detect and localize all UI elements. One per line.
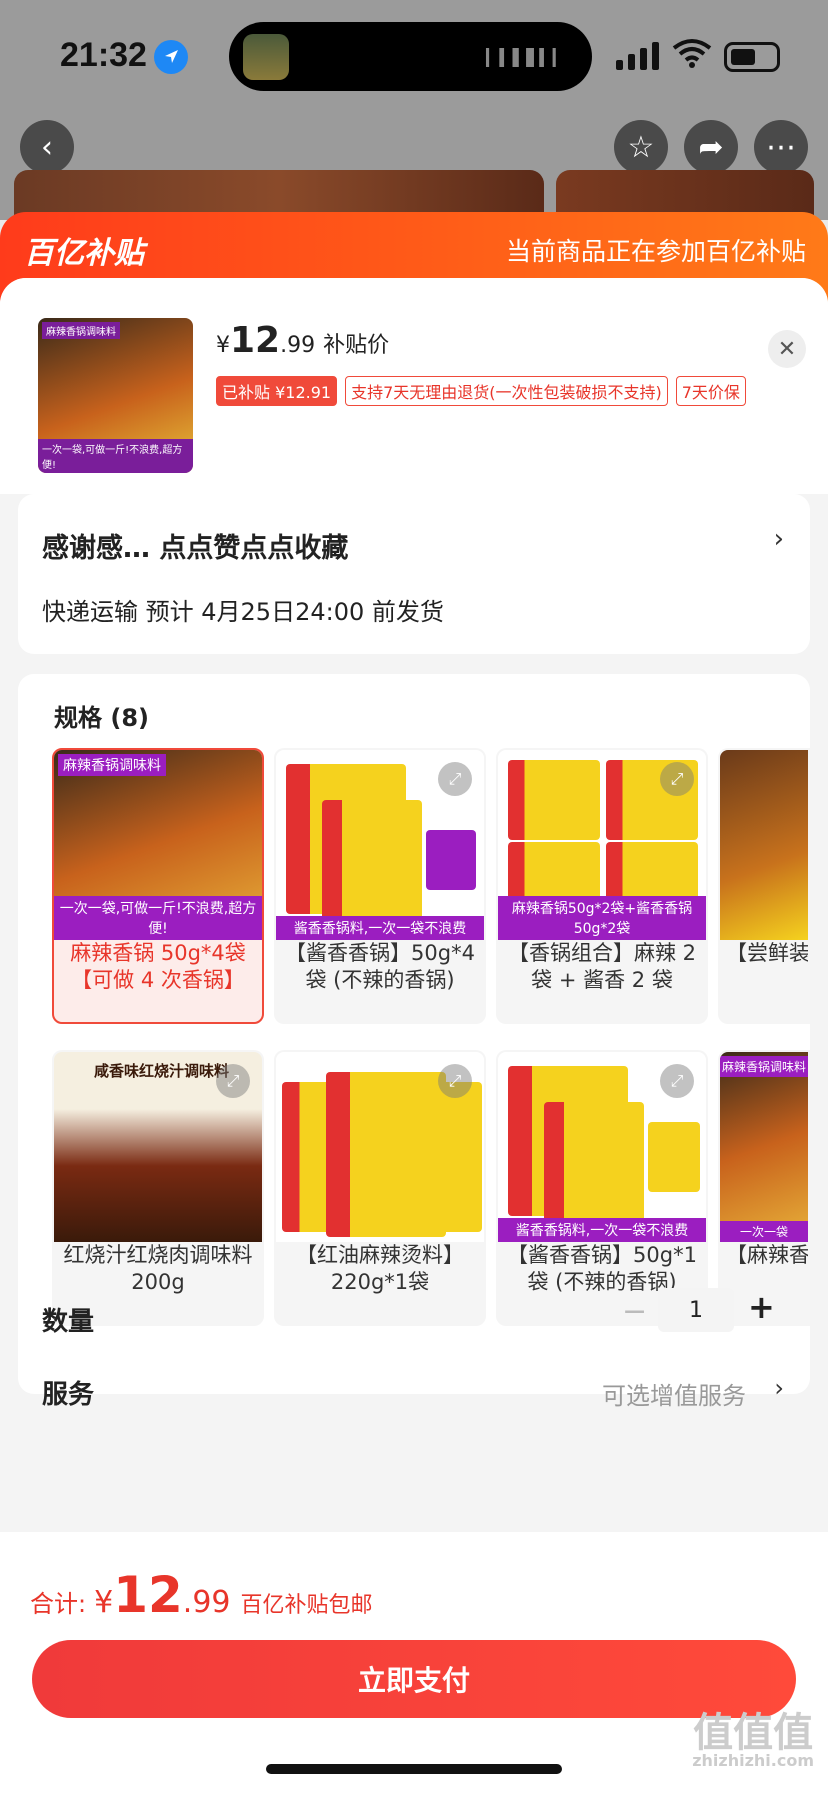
sku-option[interactable]: 酱香香锅料,一次一袋不浪费 ⤢ 【酱香香锅】50g*4袋 (不辣的香锅)	[274, 748, 486, 1024]
sku-option[interactable]: 麻辣香锅50g*2袋+酱香香锅50g*2袋 ⤢ 【香锅组合】麻辣 2 袋 + 酱…	[496, 748, 708, 1024]
return-policy-badge: 支持7天无理由退货(一次性包装破损不支持)	[345, 376, 668, 406]
chevron-right-icon[interactable]: ›	[774, 1374, 784, 1402]
price-integer: 12	[230, 320, 281, 361]
signal-icon	[616, 42, 662, 74]
quantity-input[interactable]: 1	[658, 1288, 734, 1332]
quantity-decrease-button[interactable]: −	[622, 1294, 647, 1329]
sku-banner: 一次一袋,可做一斤!不浪费,超方便!	[54, 896, 262, 940]
watermark-text: 值值值	[693, 1710, 814, 1756]
sku-image: 麻辣香锅调味料 一次一袋	[720, 1052, 808, 1242]
total-decimal: .99	[182, 1585, 231, 1620]
free-shipping-note: 百亿补贴包邮	[240, 1593, 373, 1618]
service-value[interactable]: 可选增值服务	[602, 1376, 746, 1411]
price-label: 补贴价	[323, 333, 390, 358]
now-playing-thumb	[243, 34, 289, 80]
sku-option[interactable]: ⤢ 【红油麻辣烫料】220g*1袋	[274, 1050, 486, 1326]
price-decimal: .99	[280, 333, 316, 358]
watermark-url: zhizhizhi.com	[692, 1751, 814, 1770]
sku-tag: 麻辣香锅调味料	[720, 1056, 808, 1077]
audio-wave-icon: ▎▍▌▋▍▎	[486, 48, 566, 67]
quantity-label: 数量	[42, 1307, 95, 1337]
quantity-increase-button[interactable]: +	[748, 1288, 775, 1326]
checkout-footer: 合计: ¥12.99 百亿补贴包邮 立即支付 值值值 zhizhizhi.com	[0, 1532, 828, 1795]
total-price: 合计: ¥12.99 百亿补贴包邮	[30, 1566, 373, 1624]
total-label: 合计:	[30, 1590, 87, 1618]
thumb-bar: 一次一袋,可做一斤!不浪费,超方便!	[38, 439, 193, 473]
total-currency: ¥	[94, 1585, 114, 1620]
price-currency: ¥	[216, 333, 230, 358]
share-button[interactable]: ➦	[684, 120, 738, 174]
badge-row: 已补贴 ¥12.91 支持7天无理由退货(一次性包装破损不支持) 7天价保	[216, 376, 746, 406]
wifi-icon	[672, 38, 712, 76]
spec-title: 规格 (8)	[54, 704, 149, 732]
favorite-star-button[interactable]: ☆	[614, 120, 668, 174]
dynamic-island: ▎▍▌▋▍▎	[229, 22, 592, 91]
location-icon	[154, 40, 188, 74]
sku-option[interactable]: 麻辣香锅调味料 一次一袋 【麻辣香 袋 (可做	[718, 1050, 810, 1326]
sku-option[interactable]: 酱香香锅料,一次一袋不浪费 ⤢ 【酱香香锅】50g*1袋 (不辣的香锅)	[496, 1050, 708, 1326]
subsidy-amount-badge: 已补贴 ¥12.91	[216, 376, 338, 406]
subsidy-note: 当前商品正在参加百亿补贴	[505, 237, 806, 266]
more-button[interactable]: ⋯	[754, 120, 808, 174]
expand-icon[interactable]: ⤢	[660, 762, 694, 796]
sku-caption: 【香锅组合】麻辣 2 袋 + 酱香 2 袋	[507, 941, 697, 992]
sku-image	[720, 750, 808, 940]
subsidy-logo: 百亿补贴	[24, 236, 144, 271]
service-label: 服务	[42, 1380, 95, 1410]
sku-banner: 一次一袋	[720, 1221, 808, 1242]
sku-banner: 麻辣香锅50g*2袋+酱香香锅50g*2袋	[498, 896, 706, 940]
sku-option[interactable]: 麻辣香锅调味料 一次一袋,可做一斤!不浪费,超方便! 麻辣香锅 50g*4袋【可…	[52, 748, 264, 1024]
chevron-right-icon: ›	[773, 524, 784, 554]
expand-icon[interactable]: ⤢	[216, 1064, 250, 1098]
clock: 21:32	[60, 36, 147, 74]
sku-caption: 麻辣香锅 50g*4袋【可做 4 次香锅】	[70, 941, 246, 992]
address-title: 感谢感… 点点赞点点收藏	[42, 533, 349, 564]
back-button[interactable]: ‹	[20, 120, 74, 174]
close-button[interactable]: ✕	[768, 330, 806, 368]
sku-caption: 【酱香香锅】50g*4袋 (不辣的香锅)	[285, 941, 475, 992]
thumb-tag: 麻辣香锅调味料	[42, 322, 120, 339]
expand-icon[interactable]: ⤢	[660, 1064, 694, 1098]
sku-tag: 麻辣香锅调味料	[58, 754, 166, 776]
sku-option[interactable]: 【尝鲜装 50	[718, 748, 810, 1024]
pay-now-button[interactable]: 立即支付	[32, 1640, 796, 1718]
spec-card: 规格 (8) 麻辣香锅调味料 一次一袋,可做一斤!不浪费,超方便! 麻辣香锅 5…	[18, 674, 810, 1410]
shipping-estimate: 快递运输 预计 4月25日24:00 前发货	[42, 598, 444, 626]
watermark: 值值值 zhizhizhi.com	[692, 1713, 814, 1770]
sku-caption: 【尝鲜装 50	[726, 941, 810, 965]
price-protect-badge: 7天价保	[675, 376, 746, 406]
status-bar: 21:32 ▎▍▌▋▍▎	[0, 0, 828, 110]
sku-tag: 咸香味红烧汁调味料	[94, 1062, 230, 1080]
battery-icon	[724, 42, 780, 72]
sku-caption: 【麻辣香 袋 (可做	[726, 1243, 810, 1267]
sku-option[interactable]: 咸香味红烧汁调味料 ⤢ 红烧汁红烧肉调味料 200g	[52, 1050, 264, 1326]
sku-banner: 酱香香锅料,一次一袋不浪费	[498, 1218, 706, 1242]
price: ¥12.99 补贴价	[216, 320, 389, 361]
sku-image: 麻辣香锅调味料 一次一袋,可做一斤!不浪费,超方便!	[54, 750, 262, 940]
total-integer: 12	[113, 1566, 183, 1624]
expand-icon[interactable]: ⤢	[438, 762, 472, 796]
sku-caption: 【红油麻辣烫料】220g*1袋	[296, 1243, 464, 1294]
sku-banner: 酱香香锅料,一次一袋不浪费	[276, 916, 484, 940]
expand-icon[interactable]: ⤢	[438, 1064, 472, 1098]
product-thumbnail[interactable]: 麻辣香锅调味料 一次一袋,可做一斤!不浪费,超方便!	[38, 318, 193, 473]
product-summary: 麻辣香锅调味料 一次一袋,可做一斤!不浪费,超方便! ¥12.99 补贴价 ✕ 已…	[0, 278, 828, 494]
home-indicator[interactable]	[266, 1764, 562, 1774]
address-card[interactable]: 感谢感… 点点赞点点收藏 › 快递运输 预计 4月25日24:00 前发货	[18, 494, 810, 654]
sku-caption: 红烧汁红烧肉调味料 200g	[63, 1243, 253, 1294]
